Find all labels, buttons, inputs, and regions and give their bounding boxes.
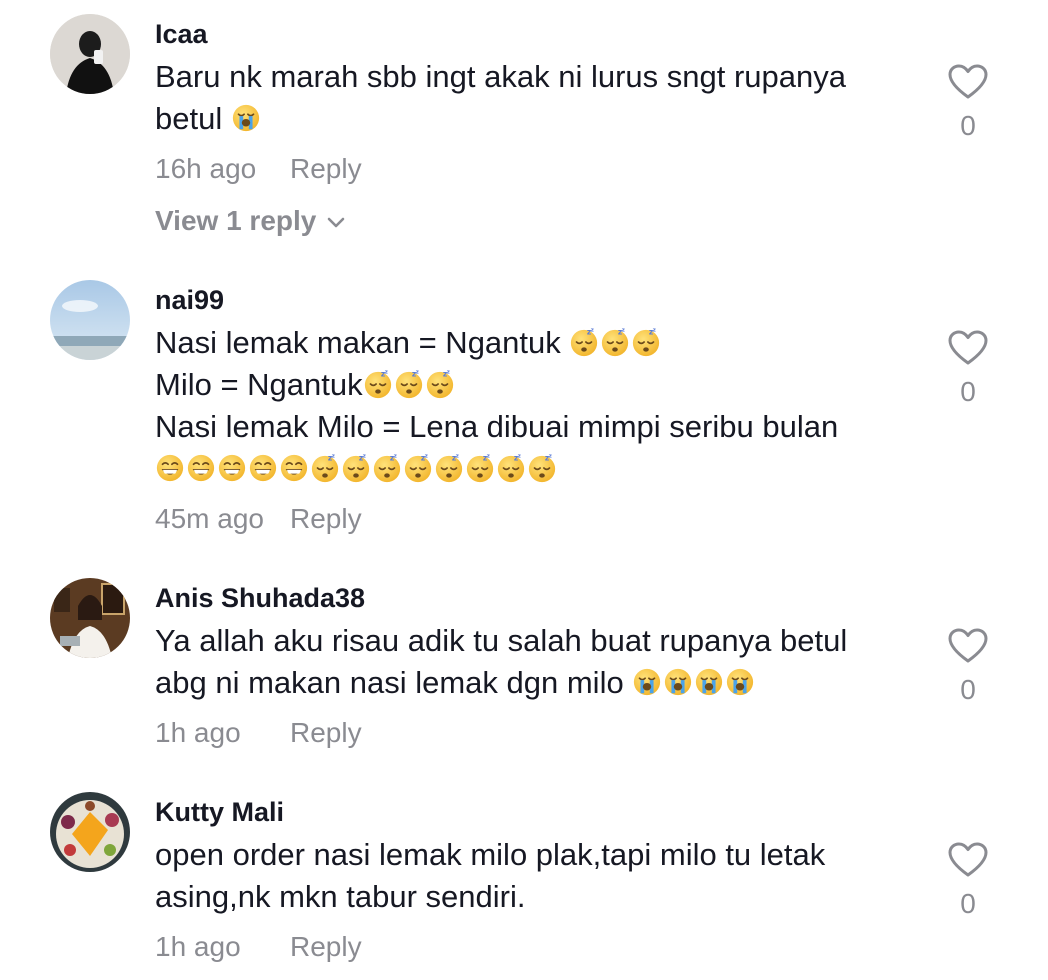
comment-text: Baru nk marah sbb ingt akak ni lurus sng… bbox=[155, 56, 915, 140]
comment-username[interactable]: nai99 bbox=[155, 284, 224, 316]
comment-meta: 1h ago Reply bbox=[155, 716, 362, 750]
comment-username[interactable]: Kutty Mali bbox=[155, 796, 284, 828]
comment-timestamp: 1h ago bbox=[155, 931, 241, 962]
grinning-face-emoji bbox=[155, 453, 185, 483]
sleeping-face-emoji bbox=[600, 327, 630, 357]
sleeping-face-emoji bbox=[434, 453, 464, 483]
comment-line-text: abg ni makan nasi lemak dgn milo bbox=[155, 665, 633, 700]
sleeping-face-emoji bbox=[631, 327, 661, 357]
avatar[interactable] bbox=[50, 14, 130, 94]
comment-timestamp: 16h ago bbox=[155, 153, 257, 184]
reply-button[interactable]: Reply bbox=[290, 503, 362, 534]
like-count: 0 bbox=[960, 110, 976, 141]
grinning-face-emoji bbox=[217, 453, 247, 483]
comment-username[interactable]: Icaa bbox=[155, 18, 208, 50]
grinning-face-emoji bbox=[248, 453, 278, 483]
heart-outline-icon[interactable] bbox=[948, 842, 988, 878]
heart-outline-icon[interactable] bbox=[948, 330, 988, 366]
like-control: 0 bbox=[946, 628, 990, 706]
loudly-crying-face-emoji bbox=[632, 667, 662, 697]
comment-line: Milo = Ngantuk bbox=[155, 364, 915, 406]
like-count: 0 bbox=[960, 674, 976, 705]
comment-meta: 1h ago Reply bbox=[155, 930, 362, 964]
sleeping-face-emoji bbox=[363, 369, 393, 399]
grinning-face-emoji bbox=[186, 453, 216, 483]
view-replies-label: View 1 reply bbox=[155, 205, 317, 236]
comment-text: Ya allah aku risau adik tu salah buat ru… bbox=[155, 620, 915, 704]
comment-line-text: betul bbox=[155, 101, 231, 136]
comment-text: open order nasi lemak milo plak,tapi mil… bbox=[155, 834, 915, 918]
comment-timestamp: 45m ago bbox=[155, 503, 264, 534]
sleeping-face-emoji bbox=[527, 453, 557, 483]
sleeping-face-emoji bbox=[403, 453, 433, 483]
comment-meta: 45m ago Reply bbox=[155, 502, 362, 536]
comment-list: Icaa Baru nk marah sbb ingt akak ni luru… bbox=[0, 0, 1048, 980]
reply-button[interactable]: Reply bbox=[290, 153, 362, 184]
loudly-crying-face-emoji bbox=[694, 667, 724, 697]
sleeping-face-emoji bbox=[496, 453, 526, 483]
comment-emoji-line bbox=[155, 448, 915, 490]
comment-line: betul bbox=[155, 98, 915, 140]
comment-line: abg ni makan nasi lemak dgn milo bbox=[155, 662, 915, 704]
comment-text: Nasi lemak makan = Ngantuk Milo = Ngantu… bbox=[155, 322, 915, 490]
comment-line-text: Milo = Ngantuk bbox=[155, 367, 363, 402]
like-count: 0 bbox=[960, 888, 976, 919]
reply-button[interactable]: Reply bbox=[290, 717, 362, 748]
like-control: 0 bbox=[946, 842, 990, 920]
loudly-crying-face-emoji bbox=[663, 667, 693, 697]
heart-outline-icon[interactable] bbox=[948, 628, 988, 664]
comment-line: Baru nk marah sbb ingt akak ni lurus sng… bbox=[155, 59, 846, 94]
sleeping-face-emoji bbox=[569, 327, 599, 357]
grinning-face-emoji bbox=[279, 453, 309, 483]
sleeping-face-emoji bbox=[425, 369, 455, 399]
comment-line: Nasi lemak makan = Ngantuk bbox=[155, 322, 915, 364]
comment-line: Ya allah aku risau adik tu salah buat ru… bbox=[155, 623, 848, 658]
sleeping-face-emoji bbox=[341, 453, 371, 483]
loudly-crying-face-emoji bbox=[231, 103, 261, 133]
avatar[interactable] bbox=[50, 578, 130, 658]
reply-button[interactable]: Reply bbox=[290, 931, 362, 962]
like-control: 0 bbox=[946, 64, 990, 142]
view-replies-button[interactable]: View 1 reply bbox=[155, 204, 346, 238]
comment-username[interactable]: Anis Shuhada38 bbox=[155, 582, 365, 614]
comment-line: open order nasi lemak milo plak,tapi mil… bbox=[155, 837, 826, 872]
avatar[interactable] bbox=[50, 792, 130, 872]
like-control: 0 bbox=[946, 330, 990, 408]
comment-line-text: Nasi lemak makan = Ngantuk bbox=[155, 325, 570, 360]
like-count: 0 bbox=[960, 376, 976, 407]
comment-line: asing,nk mkn tabur sendiri. bbox=[155, 879, 526, 914]
comment-line: Nasi lemak Milo = Lena dibuai mimpi seri… bbox=[155, 409, 839, 444]
loudly-crying-face-emoji bbox=[725, 667, 755, 697]
heart-outline-icon[interactable] bbox=[948, 64, 988, 100]
sleeping-face-emoji bbox=[465, 453, 495, 483]
sleeping-face-emoji bbox=[310, 453, 340, 483]
comment-timestamp: 1h ago bbox=[155, 717, 241, 748]
avatar[interactable] bbox=[50, 280, 130, 360]
sleeping-face-emoji bbox=[372, 453, 402, 483]
chevron-down-icon bbox=[328, 217, 345, 227]
sleeping-face-emoji bbox=[394, 369, 424, 399]
comment-meta: 16h ago Reply bbox=[155, 152, 362, 186]
